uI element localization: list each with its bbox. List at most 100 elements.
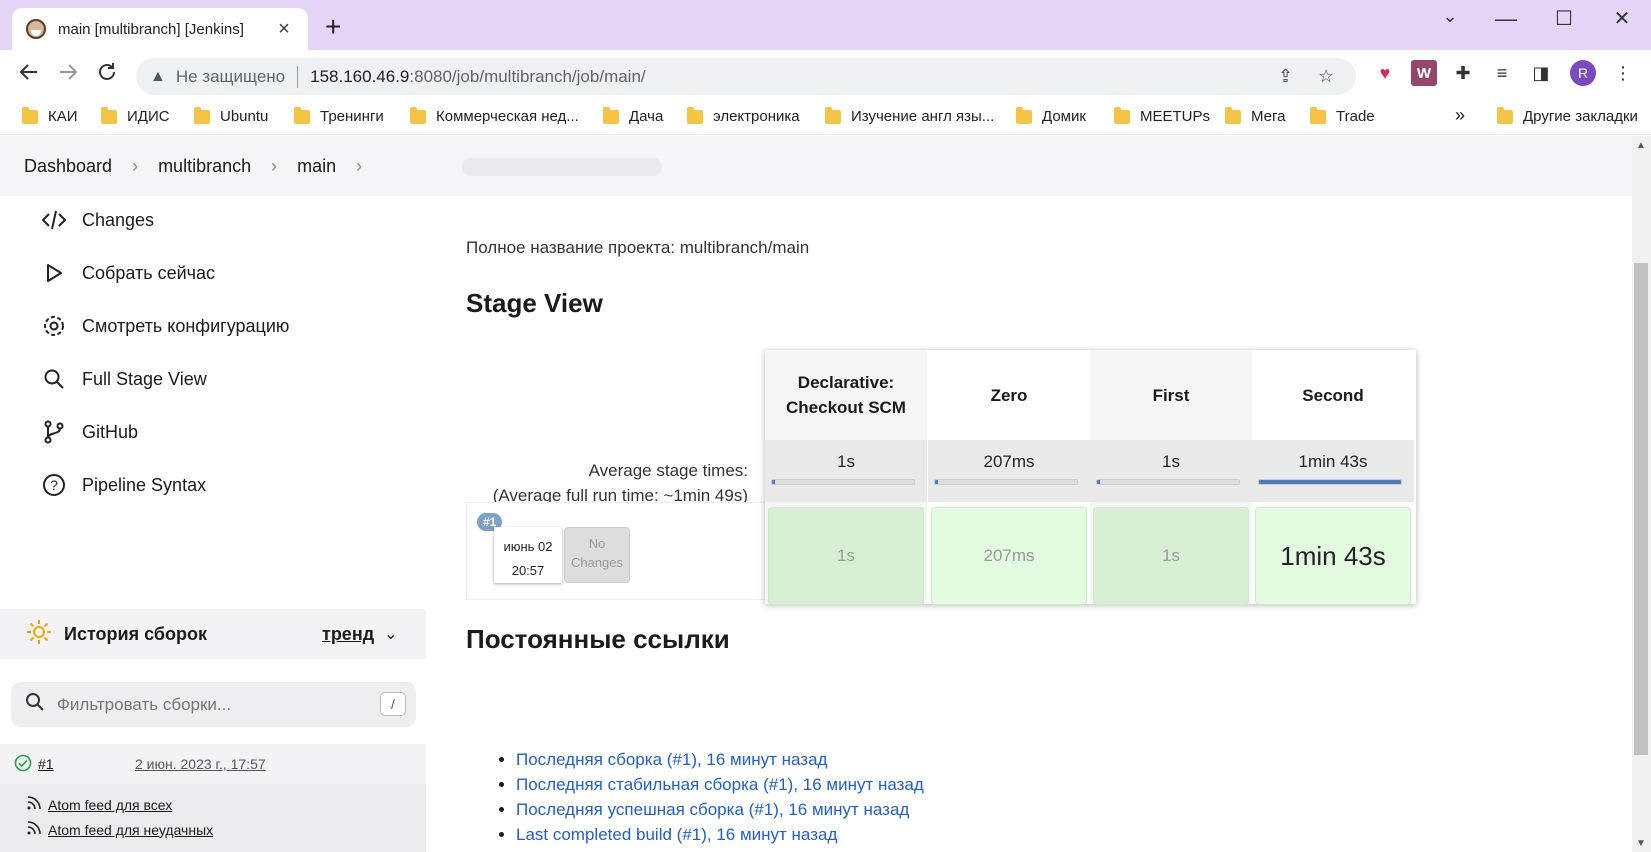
tab-close-icon[interactable]: × [274, 18, 294, 41]
build-date-link[interactable]: 2 июн. 2023 г., 17:57 [135, 756, 266, 772]
bookmark-folder[interactable]: Trade [1310, 106, 1375, 125]
stage-name: Second [1302, 385, 1364, 405]
extensions-puzzle-icon[interactable]: ✚ [1450, 60, 1476, 86]
svg-text:?: ? [50, 477, 58, 493]
bookmark-folder[interactable]: Тренинги [294, 106, 384, 125]
bookmark-folder[interactable]: электроника [687, 106, 800, 125]
scroll-down-arrow-icon[interactable]: ▼ [1634, 838, 1648, 849]
stage-name: First [1152, 385, 1190, 405]
folder-icon [410, 106, 426, 124]
build-filter: / [11, 682, 416, 727]
sidebar-item-github[interactable]: GitHub [40, 418, 138, 446]
profile-avatar[interactable]: R [1570, 60, 1596, 86]
stage-average-time: 1min 43s [1252, 440, 1414, 502]
sidebar-item-changes[interactable]: Changes [40, 206, 154, 234]
bookmark-folder[interactable]: ИДИС [101, 106, 170, 125]
scroll-up-arrow-icon[interactable]: ▲ [1634, 140, 1648, 151]
chevron-down-icon[interactable]: ⌄ [384, 624, 397, 644]
atom-feed-failed[interactable]: Atom feed для неудачных [26, 817, 426, 842]
folder-icon [22, 106, 38, 124]
folder-icon [1114, 106, 1130, 124]
atom-feeds: Atom feed для всех Atom feed для неудачн… [0, 784, 426, 852]
search-icon [25, 692, 45, 717]
bookmark-folder[interactable]: MEETUPs [1114, 106, 1210, 125]
stage-average-bar-fill [1097, 480, 1100, 484]
play-icon [40, 259, 68, 287]
average-stage-times-label: Average stage times: (Average full run t… [492, 461, 748, 505]
stage-result-cell[interactable]: 1min 43s [1255, 507, 1411, 605]
breadcrumb: Dashboard › multibranch › main › [0, 136, 1632, 196]
stage-result-cell[interactable]: 207ms [931, 507, 1087, 605]
tab-strip: main [multibranch] [Jenkins] × + ⌄ — ☐ ✕ [0, 0, 1651, 50]
breadcrumb-multibranch[interactable]: multibranch [158, 156, 251, 177]
permalink-last-build[interactable]: Последняя сборка (#1), 16 минут назад [516, 750, 827, 769]
scrollbar-thumb[interactable] [1634, 263, 1648, 755]
stage-result-cell[interactable]: 1s [768, 507, 924, 605]
maximize-button[interactable]: ☐ [1544, 6, 1584, 31]
bookmarks-overflow-button[interactable]: » [1455, 105, 1465, 126]
sidebar-item-label: Pipeline Syntax [82, 474, 207, 495]
back-button[interactable] [14, 61, 44, 89]
atom-feed-all[interactable]: Atom feed для всех [26, 792, 426, 817]
new-tab-button[interactable]: + [325, 13, 341, 41]
build-history-title: История сборок [64, 623, 207, 644]
build-number-link[interactable]: #1 [38, 756, 54, 772]
extension-w-icon[interactable]: W [1411, 60, 1437, 86]
permalink-last-stable[interactable]: Последняя стабильная сборка (#1), 16 мин… [516, 775, 924, 794]
stage-result-cell[interactable]: 1s [1093, 507, 1249, 605]
bookmark-folder[interactable]: Домик [1016, 106, 1086, 125]
bookmark-folder[interactable]: Дача [603, 106, 663, 125]
bookmarks-bar: КАИ ИДИС Ubuntu Тренинги Коммерческая не… [0, 103, 1651, 135]
sidebar-item-full-stage-view[interactable]: Full Stage View [40, 365, 207, 393]
breadcrumb-main[interactable]: main [297, 156, 336, 177]
forward-button[interactable] [53, 61, 83, 89]
sidebar-item-configuration[interactable]: Смотреть конфигурацию [40, 312, 289, 340]
folder-icon [1497, 106, 1513, 124]
trend-link[interactable]: тренд [322, 624, 374, 645]
bookmark-folder[interactable]: Ubuntu [194, 106, 268, 125]
bookmark-folder[interactable]: Мега [1225, 106, 1286, 125]
browser-menu-icon[interactable]: ⋮ [1610, 60, 1636, 86]
tab-search-icon[interactable]: ⌄ [1430, 6, 1470, 27]
reload-button[interactable] [92, 61, 122, 89]
other-bookmarks-folder[interactable]: Другие закладки [1497, 106, 1638, 125]
sidebar-item-build-now[interactable]: Собрать сейчас [40, 259, 215, 287]
folder-icon [1016, 106, 1032, 124]
not-secure-label: Не защищено [175, 66, 286, 86]
stage-name: Declarative: Checkout SCM [786, 373, 906, 417]
list-item: Последняя стабильная сборка (#1), 16 мин… [516, 775, 924, 800]
address-bar[interactable]: ▲ Не защищено 158.160.46.9:8080/job/mult… [136, 58, 1356, 95]
minimize-button[interactable]: — [1486, 6, 1526, 32]
bookmark-folder[interactable]: Коммерческая нед... [410, 106, 579, 125]
list-item: Последняя сборка (#1), 16 минут назад [516, 750, 924, 775]
window-close-button[interactable]: ✕ [1602, 6, 1642, 31]
bookmark-folder[interactable]: КАИ [22, 106, 78, 125]
build-filter-input[interactable] [57, 694, 357, 715]
browser-tab[interactable]: main [multibranch] [Jenkins] × [12, 8, 308, 50]
sidebar: Changes Собрать сейчас Смотреть конфигур… [0, 196, 426, 852]
reload-icon [99, 63, 115, 80]
bookmark-folder[interactable]: Изучение англ язы... [825, 106, 994, 125]
keyboard-shortcut-hint: / [380, 692, 406, 716]
permalink-last-successful[interactable]: Последняя успешная сборка (#1), 16 минут… [516, 800, 909, 819]
stage-column: Second 1min 43s 1min 43s [1252, 350, 1414, 605]
branch-icon [40, 418, 68, 446]
pocket-icon[interactable]: ♥ [1372, 60, 1398, 86]
chevron-right-icon[interactable]: › [356, 156, 362, 177]
side-panel-icon[interactable]: ◨ [1528, 60, 1554, 86]
folder-icon [1225, 106, 1241, 124]
media-control-icon[interactable]: ≡ [1489, 60, 1515, 86]
stage-table: Declarative: Checkout SCM 1s 1s Zero 207ms 20… [765, 350, 1416, 605]
sidebar-item-label: Changes [82, 209, 155, 230]
stage-view: Average stage times: (Average full run t… [466, 350, 1416, 605]
breadcrumb-dashboard[interactable]: Dashboard [24, 156, 112, 177]
share-icon[interactable]: ⇪ [1278, 66, 1293, 87]
build-run-row: #1 июнь 02 20:57 No Changes [466, 502, 765, 600]
faded-header-placeholder [462, 158, 662, 176]
stage-average-bar-fill [772, 480, 775, 484]
build-history-row[interactable]: #1 2 июн. 2023 г., 17:57 [0, 744, 426, 784]
help-icon: ? [40, 471, 68, 499]
sidebar-item-pipeline-syntax[interactable]: ? Pipeline Syntax [40, 471, 206, 499]
permalink-last-completed[interactable]: Last completed build (#1), 16 минут наза… [516, 825, 837, 844]
bookmark-star-icon[interactable]: ☆ [1318, 66, 1334, 87]
